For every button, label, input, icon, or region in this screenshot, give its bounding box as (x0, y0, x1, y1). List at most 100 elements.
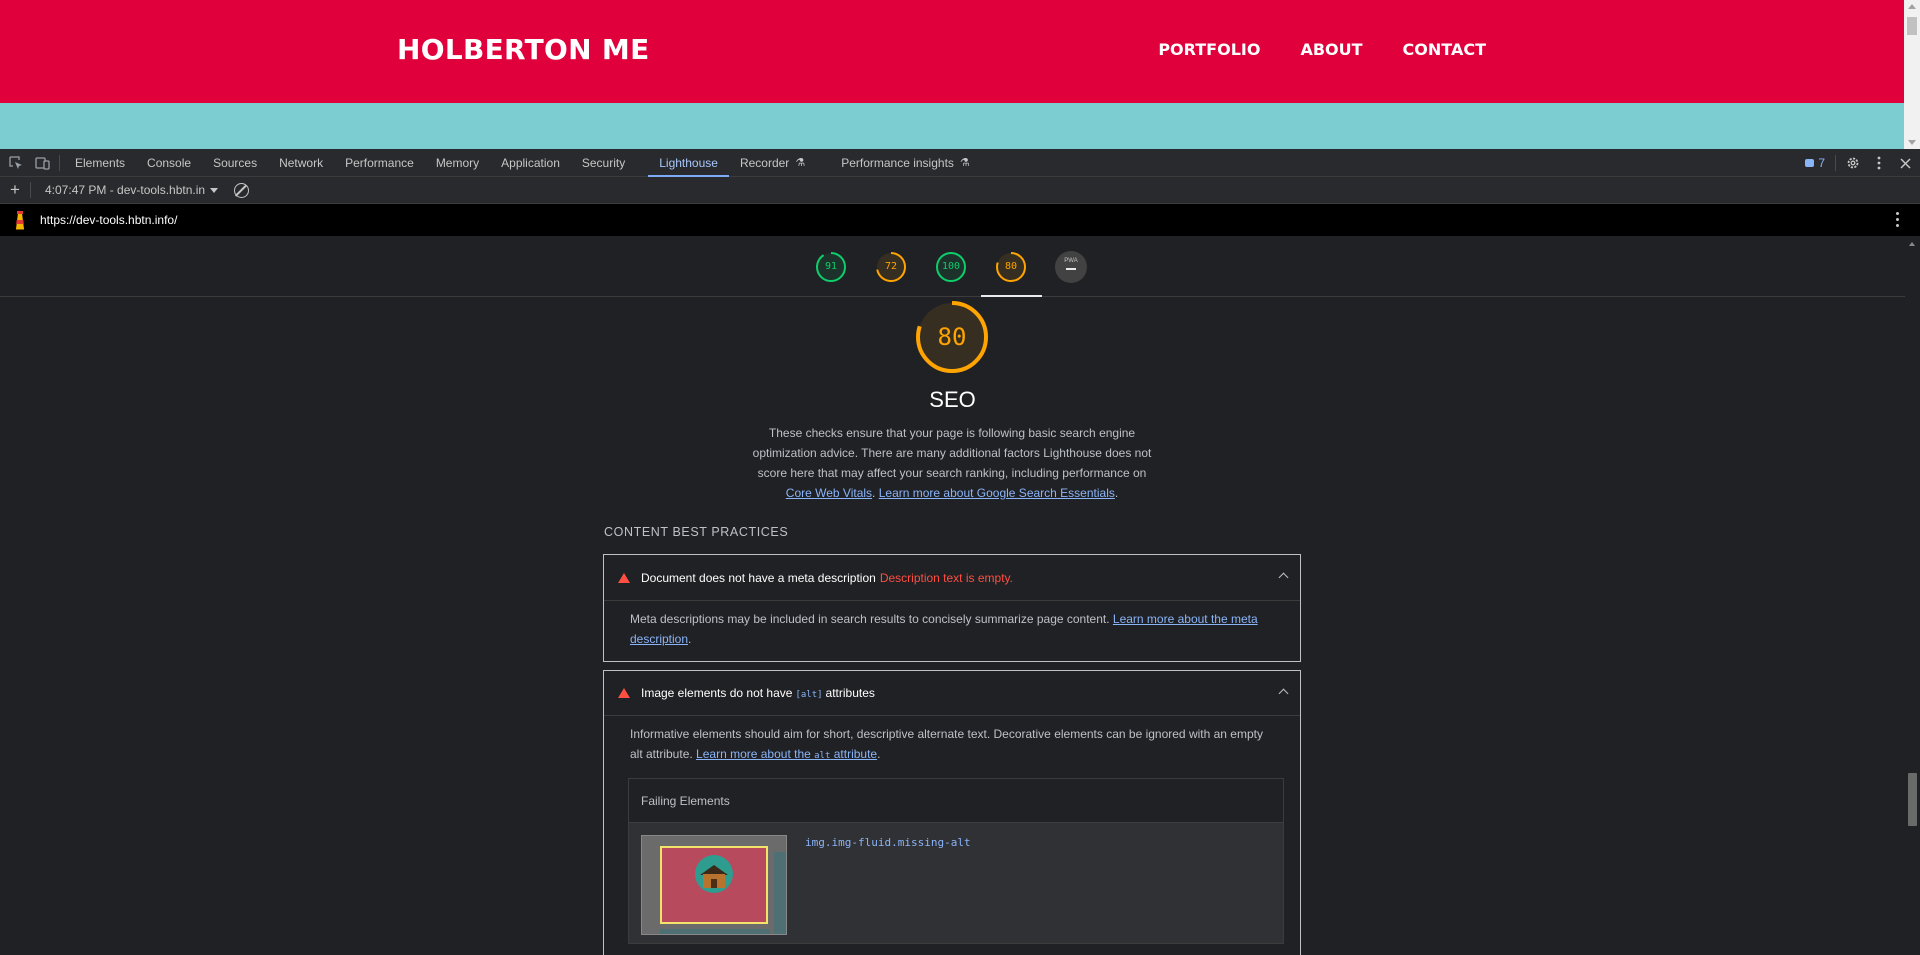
gauge-value: 91 (824, 261, 838, 272)
audit-title: Image elements do not have [alt] attribute… (641, 686, 875, 700)
category-score: 80 (937, 323, 967, 351)
audit-description: Meta descriptions may be included in sea… (604, 601, 1300, 661)
divider (59, 154, 60, 171)
audit-meta-description: Document does not have a meta descriptio… (603, 554, 1301, 662)
close-icon[interactable] (1892, 150, 1918, 176)
table-header: Failing Elements (629, 779, 1283, 823)
tab-application[interactable]: Application (490, 149, 571, 177)
settings-icon[interactable] (1840, 150, 1866, 176)
report-more-icon[interactable] (1896, 212, 1900, 230)
failing-elements-table: Failing Elements img.img-fluid.missing-a… (628, 778, 1284, 944)
fail-triangle-icon (618, 688, 630, 698)
scroll-down-icon[interactable] (1908, 140, 1916, 145)
tab-recorder-label: Recorder (739, 155, 790, 170)
cabin-card-image (660, 846, 768, 924)
nav-contact[interactable]: CONTACT (1403, 40, 1486, 59)
desc-end: . (688, 632, 692, 646)
core-web-vitals-link[interactable]: Core Web Vitals (786, 486, 872, 500)
report-select[interactable]: 4:07:47 PM - dev-tools.hbtn.in (31, 183, 226, 197)
audit-desc-text: Meta descriptions may be included in sea… (630, 612, 1113, 626)
tab-console[interactable]: Console (136, 149, 202, 177)
site-header: HOLBERTON ME PORTFOLIO ABOUT CONTACT (0, 0, 1904, 103)
element-screenshot (641, 835, 787, 935)
desc-end: . (1114, 486, 1119, 500)
website-viewport: HOLBERTON ME PORTFOLIO ABOUT CONTACT (0, 0, 1920, 149)
desc-end: . (877, 747, 881, 761)
gauge-value: 80 (1004, 261, 1018, 272)
issues-count: 7 (1818, 156, 1825, 170)
issues-counter[interactable]: 7 (1795, 155, 1836, 171)
inspect-icon[interactable] (3, 150, 29, 176)
audit-header[interactable]: Document does not have a meta descriptio… (604, 555, 1300, 601)
table-row[interactable]: img.img-fluid.missing-alt (629, 823, 1283, 943)
tab-performance[interactable]: Performance (334, 149, 425, 177)
report-scrollbar[interactable] (1905, 236, 1920, 955)
scroll-up-icon[interactable] (1909, 242, 1915, 246)
gauge-best-practices[interactable]: 100 (935, 251, 967, 283)
report-url[interactable]: https://dev-tools.hbtn.info/ (40, 213, 177, 227)
gauge-performance[interactable]: 91 (815, 251, 847, 283)
devtools-tab-bar: Elements Console Sources Network Perform… (0, 149, 1920, 177)
fail-triangle-icon (618, 572, 630, 583)
audit-title: Document does not have a meta descriptio… (641, 570, 876, 585)
devtools-right-controls: 7 (1795, 149, 1920, 177)
category-title: SEO (929, 387, 976, 412)
tab-recorder[interactable]: Recorder ⚗ (729, 149, 816, 177)
tab-performance-insights[interactable]: Performance insights ⚗ (830, 149, 981, 177)
audit-title-post: attributes (825, 686, 875, 700)
more-icon[interactable] (1866, 150, 1892, 176)
gauge-value: 72 (884, 261, 898, 272)
lighthouse-toolbar: + 4:07:47 PM - dev-tools.hbtn.in (0, 177, 1920, 204)
scroll-thumb[interactable] (1907, 17, 1917, 35)
report-url-bar: https://dev-tools.hbtn.info/ (0, 204, 1920, 236)
audit-image-alt: Image elements do not have [alt] attribute… (603, 670, 1301, 955)
chevron-up-icon[interactable] (1278, 688, 1289, 699)
tab-lighthouse[interactable]: Lighthouse (648, 149, 729, 177)
category-description: These checks ensure that your page is fo… (747, 423, 1157, 503)
gauge-seo[interactable]: 80 (995, 251, 1027, 283)
tab-memory[interactable]: Memory (425, 149, 490, 177)
active-gauge-indicator (981, 295, 1042, 297)
failing-selector[interactable]: img.img-fluid.missing-alt (805, 833, 971, 853)
search-essentials-link[interactable]: Learn more about Google Search Essential… (879, 486, 1115, 500)
score-gauges-row: 91 72 100 80 PWA (0, 236, 1905, 297)
gauge-value: 100 (941, 261, 961, 272)
pwa-label: PWA (1064, 258, 1078, 264)
tab-security[interactable]: Security (571, 149, 636, 177)
category-gauge: 80 (915, 300, 989, 374)
gauge-pwa[interactable]: PWA (1055, 251, 1087, 283)
audit-description: Informative elements should aim for shor… (604, 716, 1300, 955)
scroll-up-icon[interactable] (1908, 4, 1916, 9)
scroll-thumb[interactable] (1908, 773, 1917, 826)
category-desc-text: These checks ensure that your page is fo… (752, 426, 1152, 480)
lighthouse-logo-icon (0, 210, 40, 230)
audit-display-value: Description text is empty. (879, 570, 1013, 585)
desc-separator: . (872, 486, 879, 500)
alt-attribute-link[interactable]: Learn more about the alt attribute (696, 747, 877, 761)
issues-icon (1805, 159, 1815, 167)
tab-elements[interactable]: Elements (64, 149, 136, 177)
pwa-badge-icon: PWA (1055, 251, 1087, 283)
tab-network[interactable]: Network (268, 149, 334, 177)
flask-icon: ⚗ (959, 157, 970, 169)
tab-performance-insights-label: Performance insights (841, 155, 954, 170)
nav-portfolio[interactable]: PORTFOLIO (1158, 40, 1260, 59)
flask-icon: ⚗ (795, 157, 806, 169)
lighthouse-report: 91 72 100 80 PWA 80 SEO These checks ens… (0, 236, 1905, 955)
chevron-up-icon[interactable] (1278, 572, 1289, 583)
site-scrollbar[interactable] (1904, 0, 1920, 149)
new-report-icon[interactable]: + (0, 180, 30, 200)
gauge-accessibility[interactable]: 72 (875, 251, 907, 283)
site-logo[interactable]: HOLBERTON ME (397, 33, 650, 66)
site-nav: PORTFOLIO ABOUT CONTACT (1158, 40, 1486, 59)
device-toggle-icon[interactable] (29, 150, 55, 176)
nav-about[interactable]: ABOUT (1300, 40, 1362, 59)
tab-sources[interactable]: Sources (202, 149, 268, 177)
report-select-label: 4:07:47 PM - dev-tools.hbtn.in (45, 183, 206, 197)
group-title: CONTENT BEST PRACTICES (604, 525, 789, 539)
alt-code: [alt] (795, 690, 823, 700)
chevron-down-icon (210, 187, 219, 193)
audit-title-pre: Image elements do not have (641, 686, 793, 700)
audit-header[interactable]: Image elements do not have [alt] attribute… (604, 670, 1300, 716)
clear-reports-icon[interactable] (234, 182, 250, 198)
